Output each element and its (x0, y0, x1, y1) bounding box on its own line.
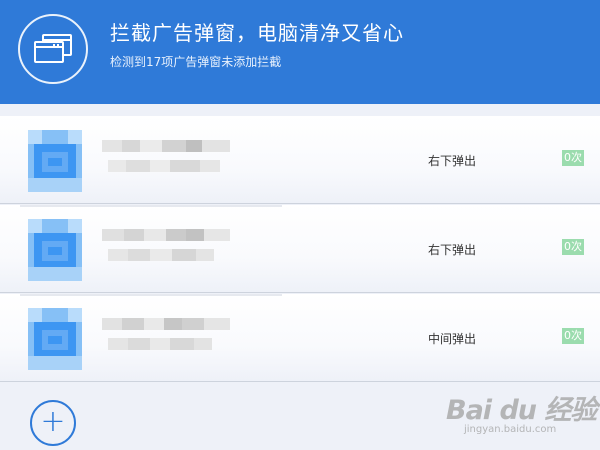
app-icon (28, 219, 82, 281)
list-item[interactable]: 右下弹出 0次 (0, 205, 600, 293)
header-banner: 拦截广告弹窗，电脑清净又省心 检测到17项广告弹窗未添加拦截 (0, 0, 600, 104)
app-icon (28, 308, 82, 370)
blurred-app-name (102, 318, 230, 330)
watermark-url: jingyan.baidu.com (464, 424, 557, 435)
header-subtitle: 检测到17项广告弹窗未添加拦截 (110, 55, 282, 69)
watermark-logo: Bai du 经验 (446, 395, 597, 426)
popup-position: 右下弹出 (428, 243, 477, 257)
popup-count-badge: 0次 (562, 328, 584, 344)
blurred-app-desc (108, 249, 214, 261)
popup-count-badge: 0次 (562, 150, 584, 166)
popup-count-badge: 0次 (562, 239, 584, 255)
blurred-app-desc (108, 160, 220, 172)
add-button[interactable]: + (30, 400, 76, 446)
popup-position: 右下弹出 (428, 154, 477, 168)
windows-icon (18, 14, 88, 84)
app-icon (28, 130, 82, 192)
list-item[interactable]: 右下弹出 0次 (0, 116, 600, 204)
header-title: 拦截广告弹窗，电脑清净又省心 (110, 21, 404, 45)
popup-position: 中间弹出 (428, 332, 477, 346)
blurred-app-name (102, 140, 230, 152)
baidu-jingyan-watermark: Bai du 经验 jingyan.baidu.com (444, 384, 597, 444)
blurred-app-desc (108, 338, 212, 350)
list-item[interactable]: 中间弹出 0次 (0, 294, 600, 382)
blurred-app-name (102, 229, 230, 241)
